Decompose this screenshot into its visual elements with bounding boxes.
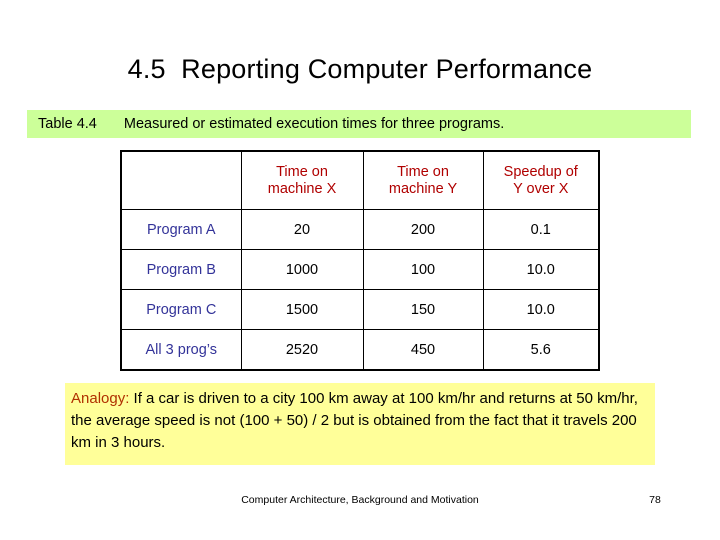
table-header-row: Time on machine X Time on machine Y Spee… <box>120 150 600 210</box>
cell-speedup: 10.0 <box>482 289 600 330</box>
table-header-corner <box>120 150 242 210</box>
cell-time-x: 20 <box>240 209 364 250</box>
analogy-text: If a car is driven to a city 100 km away… <box>71 390 638 451</box>
footer-title: Computer Architecture, Background and Mo… <box>241 494 479 506</box>
cell-time-x: 1000 <box>240 249 364 290</box>
header-line-2: machine X <box>267 180 337 197</box>
row-label: Program B <box>120 249 242 290</box>
table-header-time-x: Time on machine X <box>240 150 364 210</box>
cell-speedup: 0.1 <box>482 209 600 250</box>
row-label: All 3 prog’s <box>120 329 242 371</box>
row-label: Program C <box>120 289 242 330</box>
cell-time-x: 2520 <box>240 329 364 371</box>
footer-page-number: 78 <box>649 494 661 506</box>
cell-time-y: 450 <box>362 329 484 371</box>
page-title: 4.5 Reporting Computer Performance <box>127 54 593 84</box>
table-caption-label: Table 4.4 <box>38 116 97 132</box>
row-label: Program A <box>120 209 242 250</box>
cell-time-x: 1500 <box>240 289 364 330</box>
analogy-label: Analogy: <box>71 390 130 407</box>
header-line-2: machine Y <box>388 180 458 197</box>
table-row: Program C 1500 150 10.0 <box>120 289 600 330</box>
analogy-paragraph: Analogy: If a car is driven to a city 10… <box>65 383 655 454</box>
table-header-time-y: Time on machine Y <box>362 150 484 210</box>
table-row: Program A 20 200 0.1 <box>120 209 600 250</box>
header-line-1: Time on <box>276 163 328 180</box>
table-header-speedup: Speedup of Y over X <box>482 150 600 210</box>
cell-speedup: 10.0 <box>482 249 600 290</box>
cell-time-y: 100 <box>362 249 484 290</box>
cell-time-y: 200 <box>362 209 484 250</box>
cell-time-y: 150 <box>362 289 484 330</box>
performance-table: Time on machine X Time on machine Y Spee… <box>120 150 600 371</box>
table-caption-text: Measured or estimated execution times fo… <box>123 116 505 132</box>
header-line-1: Speedup of <box>503 163 578 180</box>
analogy-note-box: Analogy: If a car is driven to a city 10… <box>65 383 655 465</box>
header-line-2: Y over X <box>513 180 569 197</box>
table-row: All 3 prog’s 2520 450 5.6 <box>120 329 600 371</box>
cell-speedup: 5.6 <box>482 329 600 371</box>
table-caption-bar: Table 4.4 Measured or estimated executio… <box>27 110 691 138</box>
table-row: Program B 1000 100 10.0 <box>120 249 600 290</box>
header-line-1: Time on <box>397 163 449 180</box>
